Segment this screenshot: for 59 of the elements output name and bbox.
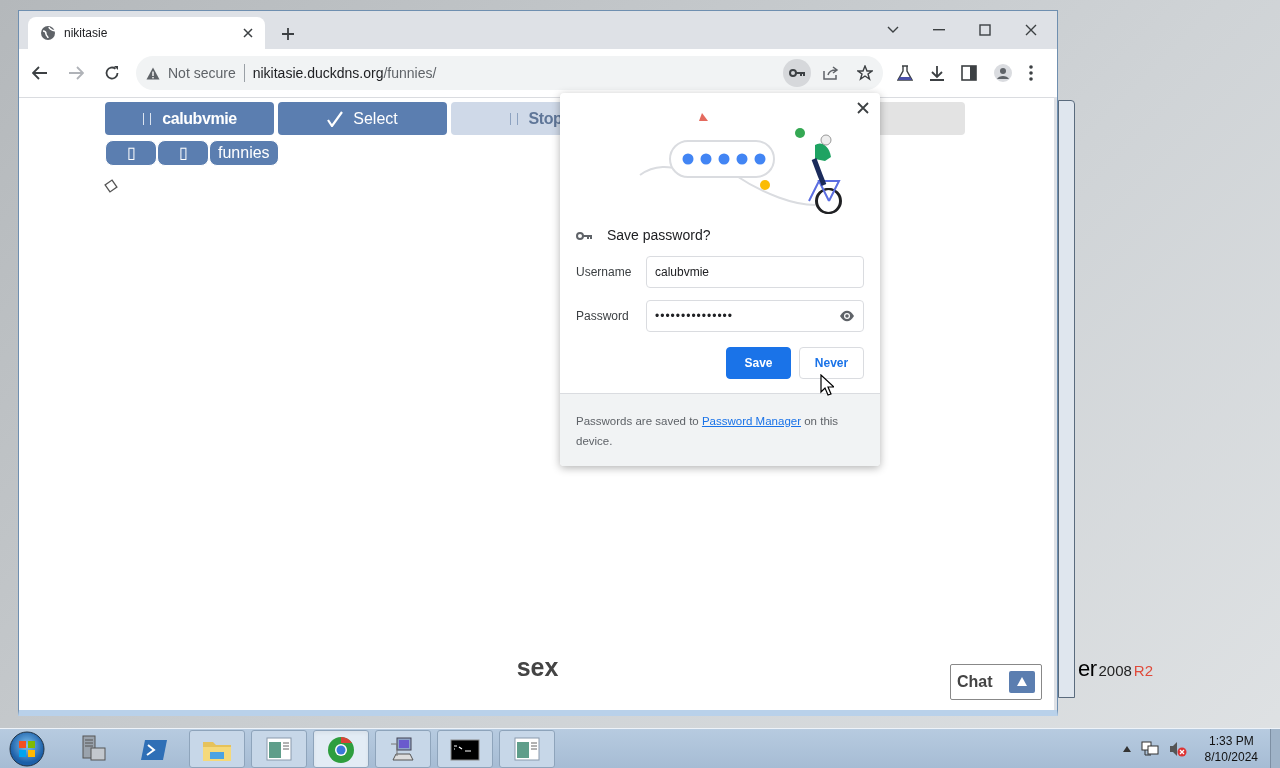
address-bar[interactable]: Not secure nikitasie.duckdns.org/funnies/ bbox=[136, 56, 883, 90]
clock[interactable]: 1:33 PM 8/10/2024 bbox=[1204, 732, 1258, 765]
caret-down-icon[interactable] bbox=[887, 26, 899, 34]
pause-icon bbox=[508, 112, 519, 125]
browser-tab[interactable]: nikitasie bbox=[28, 17, 265, 49]
toolbar-button[interactable]: Select bbox=[278, 102, 447, 135]
maximize-icon[interactable] bbox=[979, 24, 991, 36]
muted-speaker-icon[interactable] bbox=[1168, 740, 1187, 757]
security-label: Not secure bbox=[168, 63, 236, 83]
caret-up-icon[interactable] bbox=[1122, 745, 1131, 752]
key-button[interactable] bbox=[783, 59, 811, 87]
profile-icon[interactable] bbox=[993, 63, 1013, 83]
close-icon[interactable] bbox=[857, 102, 869, 114]
toolbar-button[interactable]: calubvmie bbox=[105, 102, 274, 135]
minimize-icon[interactable] bbox=[933, 29, 945, 31]
chat-button[interactable]: Chat bbox=[950, 664, 1042, 700]
close-icon[interactable] bbox=[1025, 24, 1037, 36]
key-icon bbox=[576, 230, 592, 241]
save-button[interactable]: Save bbox=[726, 347, 791, 379]
pause-icon bbox=[142, 112, 153, 125]
footer-note: Passwords are saved to Password Manager on this device. bbox=[576, 414, 840, 449]
version-text: 2008 bbox=[1098, 661, 1132, 681]
url-text: nikitasie.duckdns.org/funnies/ bbox=[252, 63, 437, 83]
menu-icon[interactable] bbox=[1029, 65, 1033, 81]
warning-icon bbox=[146, 66, 160, 80]
eye-icon[interactable] bbox=[839, 310, 855, 322]
footer-word: sex bbox=[516, 651, 559, 683]
side-panel-icon[interactable] bbox=[961, 65, 977, 81]
network-icon[interactable] bbox=[1140, 740, 1159, 757]
password-manager-link[interactable]: Password Manager bbox=[701, 415, 801, 427]
download-icon[interactable] bbox=[929, 65, 945, 81]
tab-title: nikitasie bbox=[64, 25, 109, 42]
expand-icon bbox=[1009, 671, 1035, 693]
brand-text: er bbox=[1078, 655, 1097, 683]
password-field[interactable]: ••••••••••••••• bbox=[646, 300, 864, 332]
taskbar-button[interactable] bbox=[437, 729, 493, 768]
background-window[interactable] bbox=[1058, 100, 1075, 698]
globe-icon bbox=[40, 25, 56, 41]
close-icon[interactable] bbox=[243, 28, 253, 38]
back-icon[interactable] bbox=[32, 66, 48, 80]
edition-text: R2 bbox=[1133, 661, 1154, 681]
start-button[interactable] bbox=[9, 730, 45, 767]
check-icon bbox=[327, 110, 344, 127]
reload-icon[interactable] bbox=[104, 65, 120, 81]
field-label: Password bbox=[576, 308, 630, 325]
diamond-icon bbox=[103, 178, 119, 194]
field-label: Username bbox=[576, 264, 633, 281]
username-field[interactable]: calubvmie bbox=[646, 256, 864, 288]
star-icon[interactable] bbox=[857, 65, 873, 81]
mouse-cursor-icon bbox=[820, 374, 834, 396]
tag-button[interactable]: funnies bbox=[209, 140, 279, 166]
tag-button[interactable]: ▯ bbox=[157, 140, 209, 166]
flask-icon[interactable] bbox=[897, 65, 913, 81]
key-icon bbox=[789, 68, 805, 78]
tag-button[interactable]: ▯ bbox=[105, 140, 157, 166]
new-tab-icon[interactable] bbox=[281, 27, 295, 41]
popup-title: Save password? bbox=[607, 226, 711, 245]
never-button[interactable]: Never bbox=[799, 347, 864, 379]
share-icon[interactable] bbox=[823, 66, 839, 80]
